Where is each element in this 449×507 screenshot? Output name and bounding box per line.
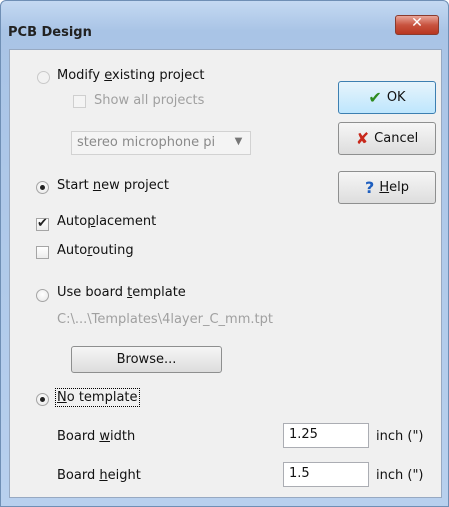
autoplacement-checkbox[interactable] [36,216,49,231]
show-all-projects-checkbox[interactable] [73,95,86,108]
cancel-button[interactable]: ✘ Cancel [338,122,436,155]
ok-label: OK [386,90,406,105]
cancel-label: Cancel [374,131,419,146]
autorouting-label: Autorouting [57,243,134,258]
no-template-label: No template [55,388,140,407]
modify-existing-radio[interactable] [37,71,50,84]
template-path: C:\...\Templates\4layer_C_mm.tpt [57,312,273,327]
window-title: PCB Design [8,25,92,40]
show-all-projects-label: Show all projects [94,93,205,108]
dialog-window: PCB Design ✕ Modify existing project Sho… [0,0,449,507]
use-template-radio[interactable] [36,289,49,302]
ok-button[interactable]: ✔ OK [338,81,436,114]
no-template-radio[interactable] [36,393,49,406]
board-height-label: Board height [57,468,141,483]
project-select[interactable]: stereo microphone pi ▼ [71,131,251,155]
modify-existing-label: Modify existing project [57,68,205,83]
board-height-field[interactable]: 1.5 [283,462,369,487]
start-new-label: Start new project [57,178,170,193]
autorouting-checkbox[interactable] [36,246,49,259]
project-select-value: stereo microphone pi [77,135,216,150]
dialog-body: Modify existing project Show all project… [9,49,442,498]
board-width-label: Board width [57,429,136,444]
check-icon: ✔ [368,88,382,107]
board-width-field[interactable]: 1.25 [283,423,369,448]
x-icon: ✘ [355,129,370,148]
browse-button[interactable]: Browse... [71,346,222,373]
chevron-down-icon: ▼ [234,136,243,147]
help-button[interactable]: ? Help [338,171,436,204]
question-icon: ? [365,178,375,197]
board-width-unit: inch (") [376,429,424,444]
title-bar: PCB Design ✕ [1,1,448,49]
close-icon: ✕ [411,15,423,31]
autoplacement-label: Autoplacement [57,214,157,229]
use-template-label: Use board template [57,285,186,300]
close-button[interactable]: ✕ [395,15,439,35]
start-new-radio[interactable] [36,181,49,194]
board-height-unit: inch (") [376,468,424,483]
